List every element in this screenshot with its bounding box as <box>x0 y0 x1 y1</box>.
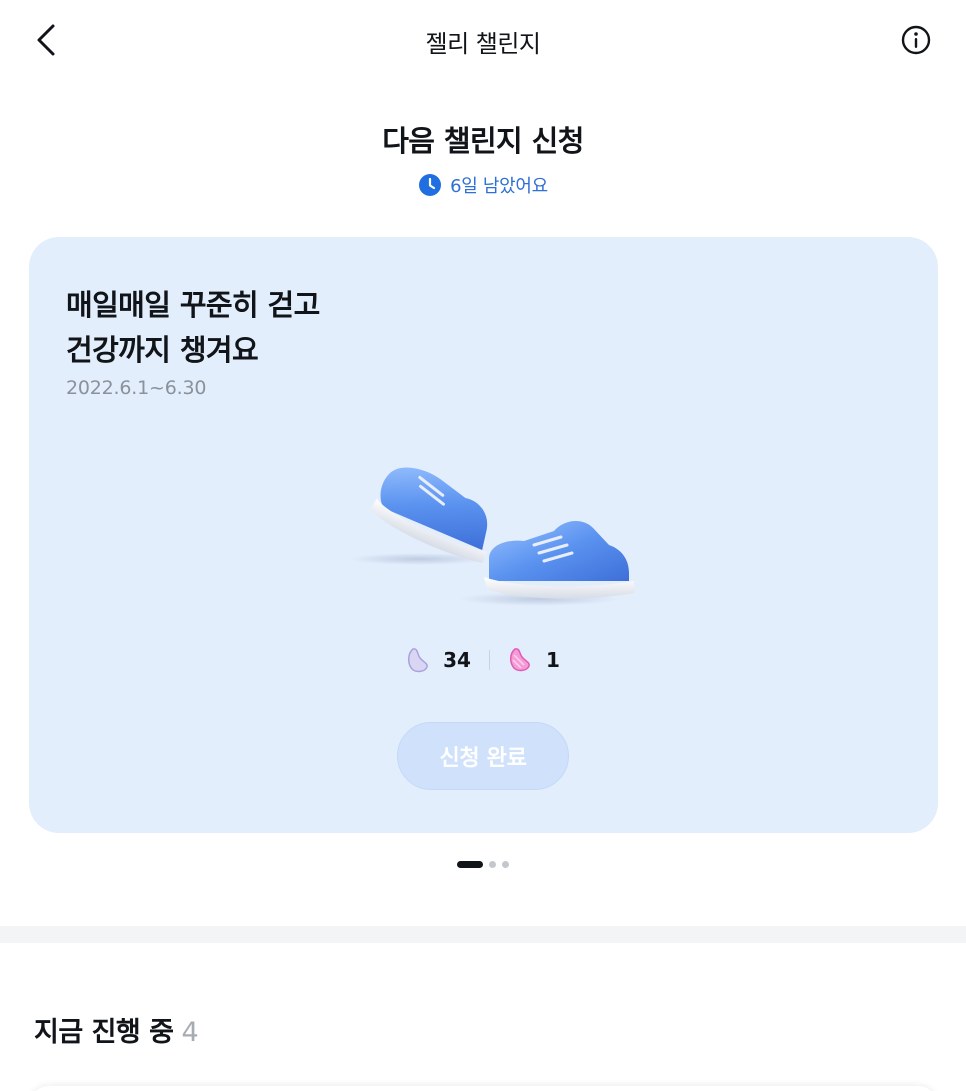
pager-dot[interactable] <box>489 861 496 868</box>
challenge-title: 매일매일 꾸준히 걷고 건강까지 챙겨요 <box>66 283 320 373</box>
pager-dot[interactable] <box>502 861 509 868</box>
next-challenge-heading: 다음 챌린지 신청 <box>382 124 584 158</box>
pager-dot-active[interactable] <box>457 861 483 868</box>
challenge-title-line1: 매일매일 꾸준히 걷고 <box>66 288 320 322</box>
challenge-title-line2: 건강까지 챙겨요 <box>66 333 259 367</box>
sneakers-icon <box>349 467 635 606</box>
ongoing-heading: 지금 진행 중 4 <box>34 1010 199 1049</box>
reward-separator <box>488 650 490 670</box>
challenge-card[interactable]: 매일매일 꾸준히 걷고 건강까지 챙겨요 2022.6.1~6.30 34 1 … <box>29 237 938 833</box>
ongoing-label: 지금 진행 중 <box>34 1017 174 1048</box>
info-button[interactable] <box>896 20 936 60</box>
reward-pink-jelly-value: 1 <box>545 648 560 672</box>
reward-row: 34 1 <box>29 647 938 673</box>
page-title: 젤리 챌린지 <box>425 30 541 58</box>
section-divider <box>0 926 966 943</box>
reward-pink-jelly: 1 <box>508 647 560 673</box>
clock-icon <box>419 174 442 196</box>
carousel-pager <box>0 861 966 868</box>
pink-jelly-icon <box>509 648 530 672</box>
apply-complete-button[interactable]: 신청 완료 <box>397 722 569 790</box>
purple-jelly-icon <box>408 648 428 673</box>
reward-purple-jelly: 34 <box>407 647 471 673</box>
ongoing-challenge-card[interactable] <box>29 1086 938 1091</box>
remaining-days: 6일 남았어요 <box>0 172 966 198</box>
reward-purple-jelly-value: 34 <box>443 648 471 672</box>
ongoing-count: 4 <box>181 1017 199 1048</box>
remaining-days-text: 6일 남았어요 <box>450 176 548 197</box>
info-icon <box>901 25 931 55</box>
top-bar: 젤리 챌린지 <box>0 0 966 80</box>
challenge-date-range: 2022.6.1~6.30 <box>66 377 207 399</box>
